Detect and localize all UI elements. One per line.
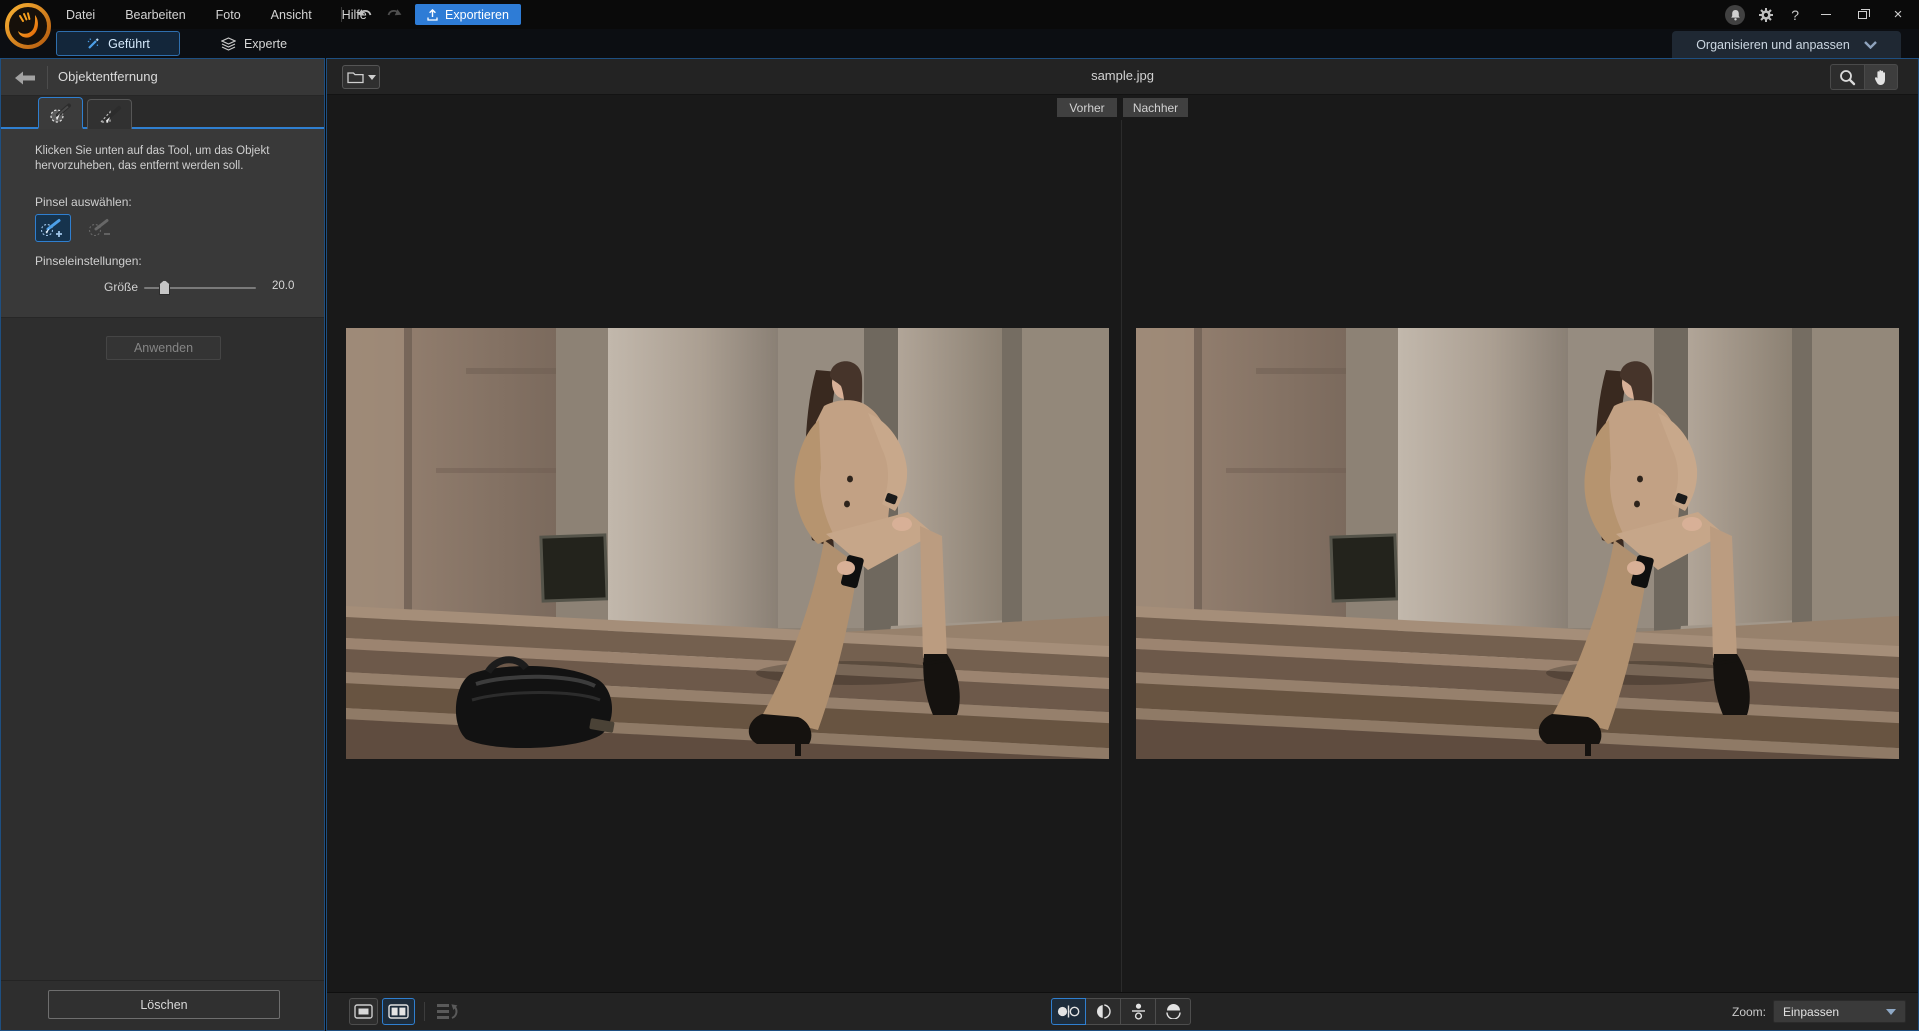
size-slider-row: Größe 20.0 <box>1 277 324 297</box>
before-label: Vorher <box>1057 98 1117 117</box>
clear-button[interactable]: Löschen <box>48 990 280 1019</box>
export-button[interactable]: Exportieren <box>415 4 521 25</box>
pan-tool-button[interactable] <box>1864 64 1898 90</box>
undo-button[interactable] <box>352 3 378 25</box>
undo-icon <box>356 7 374 21</box>
brush-settings-label: Pinseleinstellungen: <box>35 254 142 268</box>
magnifier-icon <box>1839 69 1856 86</box>
tab-guided-label: Geführt <box>108 37 150 51</box>
magic-wand-icon <box>86 37 100 51</box>
top-bottom-icon <box>1131 1003 1146 1020</box>
main-viewer: sample.jpg Vorher Nachher <box>326 58 1919 1031</box>
notifications-button[interactable] <box>1725 5 1745 25</box>
panel-bottom-divider <box>1 980 324 981</box>
viewer-header: sample.jpg <box>327 59 1918 95</box>
single-view-button[interactable] <box>349 998 378 1025</box>
toolbar-separator <box>341 7 342 22</box>
redo-icon <box>385 7 403 21</box>
upload-icon <box>427 9 438 21</box>
panel-header: Objektentfernung <box>1 59 324 96</box>
brush-subtract-button[interactable] <box>83 214 119 242</box>
viewer-toolbar: Zoom: Einpassen <box>327 992 1918 1030</box>
size-value: 20.0 <box>272 280 294 292</box>
tool-settings-section: Klicken Sie unten auf das Tool, um das O… <box>1 129 324 318</box>
zoom-select[interactable]: Einpassen <box>1773 1000 1906 1023</box>
menu-ansicht[interactable]: Ansicht <box>269 6 314 24</box>
compare-split-vertical-button[interactable] <box>1086 998 1121 1025</box>
compare-split-horizontal-button[interactable] <box>1156 998 1191 1025</box>
close-button[interactable]: × <box>1885 4 1911 26</box>
menu-foto[interactable]: Foto <box>214 6 243 24</box>
organize-adjust-button[interactable]: Organisieren und anpassen <box>1672 31 1901 58</box>
brush-subtract-icon <box>88 218 114 238</box>
brush-erase-icon <box>97 104 123 126</box>
maximize-icon <box>1858 11 1867 19</box>
after-label: Nachher <box>1123 98 1188 117</box>
after-image[interactable] <box>1136 328 1899 759</box>
back-arrow-icon <box>15 71 35 85</box>
menu-bar: Datei Bearbeiten Foto Ansicht Hilfe <box>64 0 369 29</box>
compare-mode-group <box>1051 998 1191 1025</box>
header-divider <box>47 66 48 89</box>
brush-select-label: Pinsel auswählen: <box>35 195 132 209</box>
minimize-button[interactable] <box>1813 4 1839 26</box>
menu-datei[interactable]: Datei <box>64 6 97 24</box>
bell-icon <box>1730 9 1741 21</box>
compare-labels-row: Vorher Nachher <box>327 95 1918 120</box>
side-by-side-icon <box>1057 1005 1080 1018</box>
title-bar: Datei Bearbeiten Foto Ansicht Hilfe Expo… <box>0 0 1919 29</box>
size-slider-track[interactable] <box>144 287 256 289</box>
menu-bearbeiten[interactable]: Bearbeiten <box>123 6 187 24</box>
export-label: Exportieren <box>445 8 509 22</box>
apply-button[interactable]: Anwenden <box>106 336 221 360</box>
split-horizontal-icon <box>1165 1004 1182 1019</box>
zoom-caret-icon <box>1886 1009 1896 1015</box>
help-button[interactable]: ? <box>1787 7 1803 23</box>
split-view-button[interactable] <box>382 998 415 1025</box>
app-logo <box>5 3 51 49</box>
tab-guided[interactable]: Geführt <box>56 31 180 56</box>
redo-button[interactable] <box>381 3 407 25</box>
toolbar-divider <box>424 1002 425 1021</box>
history-button[interactable] <box>433 999 463 1024</box>
filename-label: sample.jpg <box>327 68 1918 83</box>
hand-icon <box>1873 69 1889 86</box>
before-image[interactable] <box>346 328 1109 759</box>
organize-adjust-label: Organisieren und anpassen <box>1696 38 1850 52</box>
history-icon <box>436 1002 460 1022</box>
zoom-tool-button[interactable] <box>1830 64 1864 90</box>
brush-select-icon <box>48 102 74 124</box>
before-photo <box>346 328 1109 759</box>
back-button[interactable] <box>9 65 41 90</box>
minimize-icon <box>1821 14 1831 15</box>
gear-icon <box>1758 7 1774 23</box>
zoom-label: Zoom: <box>1732 1005 1766 1019</box>
size-label: Größe <box>104 280 138 294</box>
single-view-icon <box>354 1004 373 1019</box>
brush-tab-strip <box>1 96 324 129</box>
layers-icon <box>221 37 236 51</box>
tab-expert[interactable]: Experte <box>206 31 302 56</box>
tab-erase-area[interactable] <box>87 99 132 129</box>
compare-canvas <box>327 120 1918 993</box>
compare-top-bottom-button[interactable] <box>1121 998 1156 1025</box>
compare-side-by-side-button[interactable] <box>1051 998 1086 1025</box>
chevron-down-icon <box>1864 41 1877 49</box>
tab-expert-label: Experte <box>244 37 287 51</box>
tab-mark-object[interactable] <box>38 97 83 129</box>
instruction-text: Klicken Sie unten auf das Tool, um das O… <box>35 144 285 174</box>
brush-add-button[interactable] <box>35 214 71 242</box>
split-vertical-icon <box>1095 1004 1112 1019</box>
pane-divider <box>1121 120 1122 993</box>
after-photo <box>1136 328 1899 759</box>
brush-add-icon <box>40 218 66 238</box>
settings-button[interactable] <box>1755 4 1777 26</box>
panel-title: Objektentfernung <box>58 69 158 84</box>
split-view-icon <box>388 1004 409 1019</box>
zoom-value: Einpassen <box>1783 1005 1839 1019</box>
maximize-button[interactable] <box>1849 4 1875 26</box>
size-slider-handle[interactable] <box>159 280 170 295</box>
mode-tab-row: Geführt Experte Organisieren und anpasse… <box>0 29 1919 58</box>
object-removal-panel: Objektentfernung Klicken Sie unten auf d… <box>0 58 325 1031</box>
